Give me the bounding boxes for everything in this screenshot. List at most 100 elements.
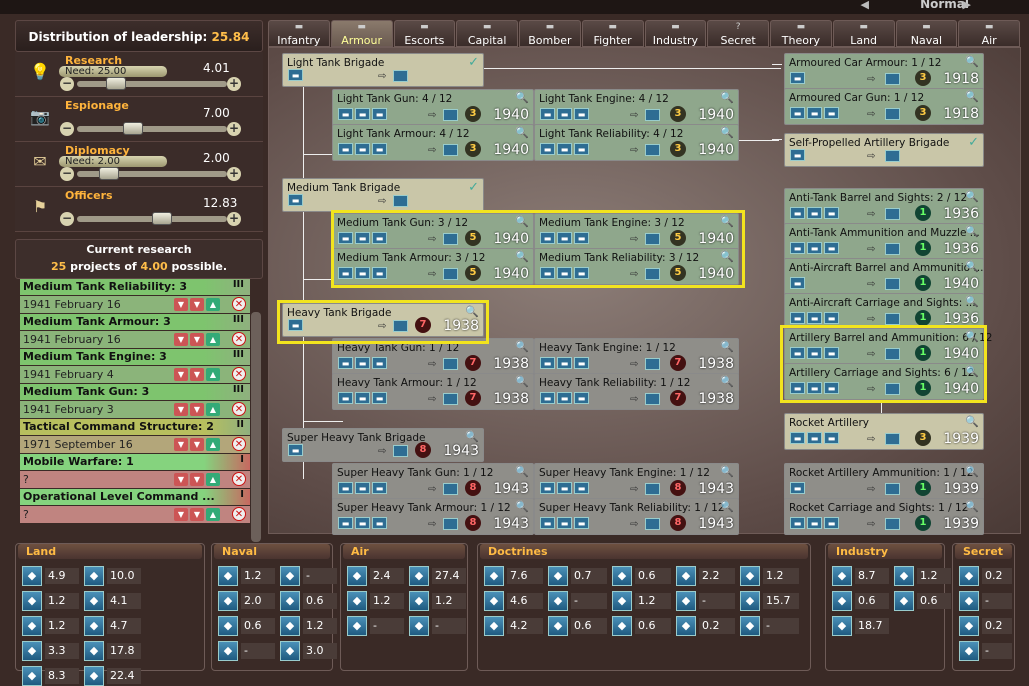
allocation-slider-knob[interactable] [105,77,126,90]
magnifier-icon[interactable]: 🔍 [515,500,529,513]
tech-item[interactable]: Medium Tank Engine: 3 / 12 ▬ ▬ ▬ ⇨ 🔍 5 1940 [534,213,739,250]
tech-stat[interactable]: ◆ 2.2 [676,566,736,586]
move-up-icon[interactable]: ▲ [206,438,220,451]
tech-stat[interactable]: ◆ 17.8 [84,641,142,661]
tab-capital[interactable]: ▬ Capital [456,20,518,47]
minus-button[interactable]: − [60,167,74,181]
tech-stat[interactable]: ◆ - [676,591,736,611]
tech-stat[interactable]: ◆ 0.6 [832,591,890,611]
tech-item[interactable]: Armoured Car Armour: 1 / 12 ▬ ⇨ 🔍 3 1918 [784,53,984,90]
plus-button[interactable]: + [227,122,241,136]
tech-stat[interactable]: ◆ 1.2 [280,616,338,636]
plus-button[interactable]: + [227,167,241,181]
tech-stat[interactable]: ◆ 3.3 [22,641,80,661]
magnifier-icon[interactable]: 🔍 [965,365,979,378]
tech-item[interactable]: Super Heavy Tank Brigade ▬ ⇨ 🔍 8 1943 [282,428,484,462]
tab-bomber[interactable]: ▬ Bomber [519,20,581,47]
tech-item[interactable]: Medium Tank Reliability: 3 / 12 ▬ ▬ ▬ ⇨ 🔍 5 194… [534,248,739,285]
move-down-icon[interactable]: ▼ [190,368,204,381]
tech-stat[interactable]: ◆ - [740,616,800,636]
tech-stat[interactable]: ◆ - [959,591,1013,611]
remove-icon[interactable]: ✕ [232,332,246,346]
tech-item[interactable]: Light Tank Gun: 4 / 12 ▬ ▬ ▬ ⇨ 🔍 3 1940 [332,89,534,126]
tech-stat[interactable]: ◆ 0.6 [280,591,338,611]
move-up-icon[interactable]: ▲ [206,473,220,486]
tech-item[interactable]: Heavy Tank Engine: 1 / 12 ▬ ▬ ▬ ⇨ 🔍 7 1938 [534,338,739,375]
tech-item[interactable]: Light Tank Engine: 4 / 12 ▬ ▬ ▬ ⇨ 🔍 3 1940 [534,89,739,126]
magnifier-icon[interactable]: 🔍 [720,500,734,513]
move-down-icon[interactable]: ▼ [190,508,204,521]
tech-item[interactable]: Rocket Carriage and Sights: 1 / 12 ▬ ▬ ▬ ⇨ 🔍 1… [784,498,984,535]
tech-stat[interactable]: ◆ 1.2 [894,566,952,586]
move-bottom-icon[interactable]: ▼ [174,508,188,521]
tech-stat[interactable]: ◆ 7.6 [484,566,544,586]
magnifier-icon[interactable]: 🔍 [965,500,979,513]
magnifier-icon[interactable]: 🔍 [720,465,734,478]
tab-naval[interactable]: ▬ Naval [895,20,958,47]
tech-item[interactable]: Heavy Tank Gun: 1 / 12 ▬ ▬ ▬ ⇨ 🔍 7 1938 [332,338,534,375]
remove-icon[interactable]: ✕ [232,437,246,451]
tech-item[interactable]: Artillery Barrel and Ammunition: 6 / 12 ▬… [784,328,992,365]
tech-item[interactable]: Anti-Tank Barrel and Sights: 2 / 12 ▬ ▬ ▬ ⇨ 🔍… [784,188,984,225]
tech-stat[interactable]: ◆ - [218,641,276,661]
allocation-slider-track[interactable] [77,126,227,132]
remove-icon[interactable]: ✕ [232,402,246,416]
tech-stat[interactable]: ◆ 0.6 [218,616,276,636]
move-up-icon[interactable]: ▲ [206,403,220,416]
tech-item[interactable]: Super Heavy Tank Armour: 1 / 12 ▬ ▬ ▬ ⇨ 🔍 8 194… [332,498,534,535]
tab-armour[interactable]: ▬ Armour [330,20,393,47]
move-up-icon[interactable]: ▲ [206,298,220,311]
magnifier-icon[interactable]: 🔍 [515,126,529,139]
move-bottom-icon[interactable]: ▼ [174,333,188,346]
minus-button[interactable]: − [60,212,74,226]
tech-stat[interactable]: ◆ 4.6 [484,591,544,611]
move-down-icon[interactable]: ▼ [190,403,204,416]
tab-land[interactable]: ▬ Land [832,20,895,47]
prev-arrow-icon[interactable]: ◀ [861,0,869,11]
tech-stat[interactable]: ◆ - [409,616,467,636]
minus-button[interactable]: − [60,77,74,91]
queue-item[interactable]: Medium Tank Gun: 3 III 1941 February 3 ▼ ▼ ▲ ✕ [20,384,250,419]
tab-secret[interactable]: ? Secret [707,20,769,47]
tech-item[interactable]: Light Tank Armour: 4 / 12 ▬ ▬ ▬ ⇨ 🔍 3 1940 [332,124,534,161]
move-bottom-icon[interactable]: ▼ [174,298,188,311]
plus-button[interactable]: + [227,212,241,226]
tech-stat[interactable]: ◆ 1.2 [22,616,80,636]
tech-item[interactable]: Medium Tank Gun: 3 / 12 ▬ ▬ ▬ ⇨ 🔍 5 1940 [332,213,534,250]
allocation-slider-track[interactable] [77,81,227,87]
magnifier-icon[interactable]: 🔍 [515,340,529,353]
move-bottom-icon[interactable]: ▼ [174,438,188,451]
tech-stat[interactable]: ◆ 27.4 [409,566,467,586]
tech-stat[interactable]: ◆ 1.2 [218,566,276,586]
magnifier-icon[interactable]: 🔍 [720,375,734,388]
magnifier-icon[interactable]: 🔍 [965,90,979,103]
queue-item[interactable]: Medium Tank Engine: 3 III 1941 February 4 ▼… [20,349,250,384]
magnifier-icon[interactable]: 🔍 [965,260,979,273]
tech-stat[interactable]: ◆ 1.2 [740,566,800,586]
tech-stat[interactable]: ◆ 0.6 [894,591,952,611]
magnifier-icon[interactable]: 🔍 [720,126,734,139]
queue-item[interactable]: Medium Tank Armour: 3 III 1941 February 16… [20,314,250,349]
tab-fighter[interactable]: ▬ Fighter [581,20,644,47]
tech-stat[interactable]: ◆ 4.9 [22,566,80,586]
queue-item[interactable]: Tactical Command Structure: 2 II 1971 Sept… [20,419,250,454]
tech-stat[interactable]: ◆ 0.2 [959,566,1013,586]
magnifier-icon[interactable]: 🔍 [965,55,979,68]
move-bottom-icon[interactable]: ▼ [174,473,188,486]
magnifier-icon[interactable]: 🔍 [720,91,734,104]
magnifier-icon[interactable]: 🔍 [965,415,979,428]
tech-stat[interactable]: ◆ - [280,566,338,586]
tech-stat[interactable]: ◆ 1.2 [347,591,405,611]
magnifier-icon[interactable]: 🔍 [465,305,479,318]
magnifier-icon[interactable]: 🔍 [465,430,479,443]
tech-item[interactable]: Artillery Carriage and Sights: 6 / 12 ▬ ▬ ▬… [784,363,984,400]
magnifier-icon[interactable]: 🔍 [515,465,529,478]
tech-item[interactable]: Medium Tank Brigade ▬ ⇨ ✓ [282,178,484,212]
tech-item[interactable]: Rocket Artillery ▬ ▬ ▬ ⇨ 🔍 3 1939 [784,413,984,450]
tab-theory[interactable]: ▬ Theory [770,20,832,47]
tab-air[interactable]: ▬ Air [958,20,1020,47]
tab-infantry[interactable]: ▬ Infantry [268,20,330,47]
tech-stat[interactable]: ◆ 4.2 [484,616,544,636]
tech-stat[interactable]: ◆ 2.0 [218,591,276,611]
tech-item[interactable]: Super Heavy Tank Reliability: 1 / 12 ▬ ▬ ▬ ⇨… [534,498,739,535]
